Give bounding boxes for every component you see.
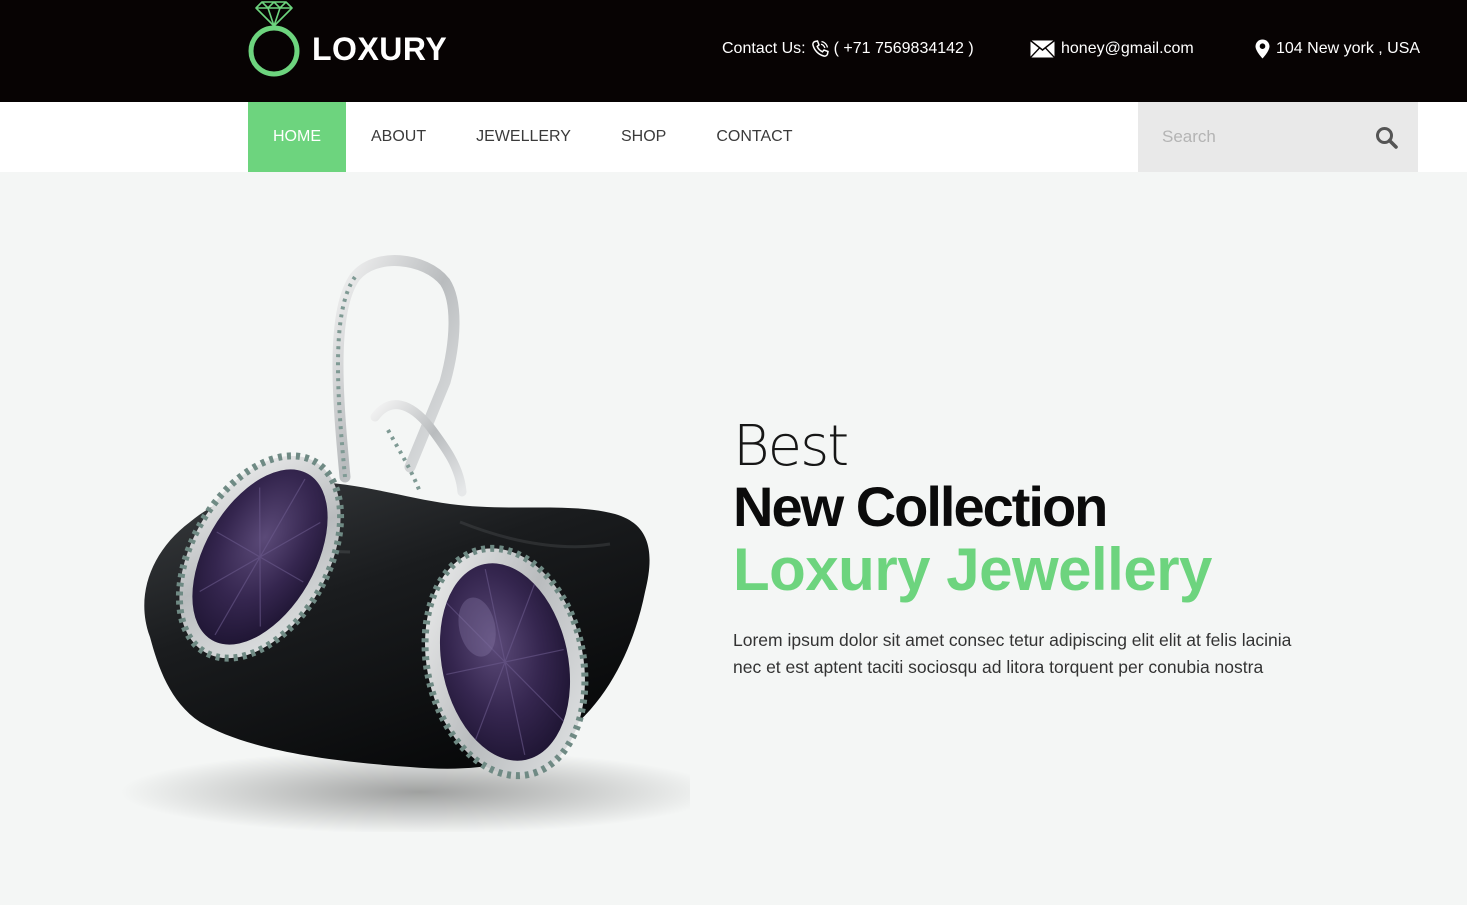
email-address: honey@gmail.com bbox=[1061, 40, 1194, 57]
contact-label: Contact Us: bbox=[722, 40, 806, 57]
search-icon[interactable] bbox=[1374, 125, 1400, 151]
map-pin-icon bbox=[1255, 39, 1270, 59]
logo[interactable]: LOXURY bbox=[246, 0, 447, 80]
hero-heading-brand: Loxury Jewellery bbox=[733, 536, 1212, 603]
top-header: LOXURY Contact Us: ( +71 7569834142 ) ho… bbox=[0, 0, 1467, 102]
main-navigation: HOME ABOUT JEWELLERY SHOP CONTACT bbox=[0, 102, 1467, 172]
search-input[interactable] bbox=[1138, 102, 1368, 172]
nav-item-jewellery[interactable]: JEWELLERY bbox=[451, 102, 596, 172]
envelope-icon bbox=[1030, 40, 1055, 58]
contact-address[interactable]: 104 New york , USA bbox=[1255, 36, 1420, 62]
nav-item-about[interactable]: ABOUT bbox=[346, 102, 451, 172]
nav-item-contact[interactable]: CONTACT bbox=[691, 102, 817, 172]
phone-icon bbox=[810, 39, 830, 59]
address-text: 104 New york , USA bbox=[1276, 40, 1421, 57]
hero-text-block: Best New Collection Loxury Jewellery Lor… bbox=[733, 417, 1333, 699]
nav-item-home[interactable]: HOME bbox=[248, 102, 346, 172]
brand-name: LOXURY bbox=[312, 31, 448, 67]
contact-phone[interactable]: Contact Us: ( +71 7569834142 ) bbox=[722, 36, 974, 62]
hero-heading-collection: New Collection bbox=[733, 475, 1108, 538]
hero-description: Lorem ipsum dolor sit amet consec tetur … bbox=[733, 630, 1292, 677]
hero-heading-best: Best bbox=[733, 414, 849, 479]
nav-item-shop[interactable]: SHOP bbox=[596, 102, 691, 172]
phone-number: ( +71 7569834142 ) bbox=[833, 40, 974, 57]
earrings-product-image bbox=[90, 252, 720, 834]
search-box bbox=[1138, 102, 1418, 172]
hero-banner: Best New Collection Loxury Jewellery Lor… bbox=[0, 172, 1467, 905]
nav-menu: HOME ABOUT JEWELLERY SHOP CONTACT bbox=[248, 102, 817, 172]
contact-email[interactable]: honey@gmail.com bbox=[1030, 36, 1194, 62]
diamond-ring-icon bbox=[246, 0, 304, 80]
